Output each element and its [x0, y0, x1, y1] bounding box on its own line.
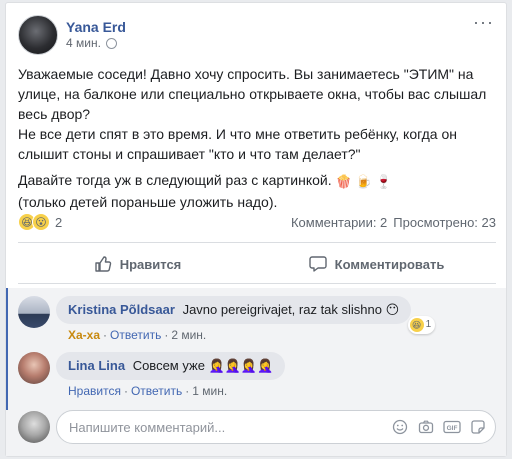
thumbs-up-icon: [95, 256, 111, 272]
haha-reaction-icon: 😆: [409, 318, 424, 332]
commenter-avatar[interactable]: [18, 352, 50, 384]
comment-icon: [308, 256, 327, 272]
like-button[interactable]: Нравится: [18, 247, 257, 281]
reply-link[interactable]: Ответить: [131, 384, 182, 398]
post-paragraph-2: Не все дети спят в это время. И что мне …: [18, 126, 457, 162]
like-link[interactable]: Нравится: [68, 384, 121, 398]
commenter-name[interactable]: Kristina Põldsaar: [68, 302, 175, 317]
comment-bubble: Lina Lina Совсем уже 🤦‍♀️🤦‍♀️🤦‍♀️🤦‍♀️: [56, 352, 286, 380]
post-time[interactable]: 4 мин.: [66, 35, 117, 51]
comment-button[interactable]: Комментировать: [257, 247, 496, 281]
comment-placeholder: Напишите комментарий...: [69, 419, 226, 435]
more-options-icon[interactable]: ···: [473, 13, 494, 31]
comment-text: Javno pereigrivajet, raz tak slishno: [182, 302, 382, 317]
post-header: Yana Erd 4 мин.: [18, 13, 126, 57]
reaction-icons[interactable]: 😆 😮: [18, 213, 50, 231]
comment-bubble: Kristina Põldsaar Javno pereigrivajet, r…: [56, 296, 436, 334]
comment-meta: Ха-ха · Ответить · 2 мин.: [68, 328, 207, 342]
like-label: Нравится: [119, 256, 182, 272]
post-paragraph-4: (только детей пораньше уложить надо).: [18, 194, 278, 210]
popcorn-emoji: 🍿: [335, 174, 352, 189]
comment-reaction[interactable]: 😆 1: [407, 316, 436, 334]
reactions-summary: 😆 😮 2 Комментарии: 2 Просмотрено: 23: [18, 211, 496, 233]
comment-input[interactable]: Напишите комментарий... GIF: [56, 410, 496, 444]
views-count[interactable]: Просмотрено: 23: [393, 215, 496, 230]
gif-icon[interactable]: GIF: [443, 418, 461, 436]
comment-label: Комментировать: [334, 256, 445, 272]
action-bar: Нравится Комментировать: [18, 247, 496, 281]
comments-count[interactable]: Комментарии: 2: [291, 215, 387, 230]
comment-meta: Нравится · Ответить · 1 мин.: [68, 384, 228, 398]
reaction-count[interactable]: 2: [55, 215, 62, 230]
reaction-link[interactable]: Ха-ха: [68, 328, 100, 342]
comment-time[interactable]: 2 мин.: [171, 328, 206, 342]
beer-emoji: 🍺: [355, 174, 372, 189]
current-user-avatar[interactable]: [18, 411, 50, 443]
post-body: Уважаемые соседи! Давно хочу спросить. В…: [18, 64, 498, 212]
sticker-icon[interactable]: [469, 418, 487, 436]
wine-emoji: 🍷: [375, 174, 392, 189]
svg-text:GIF: GIF: [447, 425, 458, 432]
wow-reaction-icon: 😮: [32, 213, 50, 231]
comment-time[interactable]: 1 мин.: [192, 384, 227, 398]
comment-item: Kristina Põldsaar Javno pereigrivajet, r…: [18, 296, 436, 342]
trail-emoji: 🤦‍♀️🤦‍♀️🤦‍♀️🤦‍♀️: [208, 358, 274, 373]
post-paragraph-3: Давайте тогда уж в следующий раз с карти…: [18, 172, 332, 188]
comments-section: Kristina Põldsaar Javno pereigrivajet, r…: [6, 288, 506, 456]
commenter-avatar[interactable]: [18, 296, 50, 328]
emoji-icon[interactable]: [391, 418, 409, 436]
author-avatar[interactable]: [18, 15, 58, 55]
author-name[interactable]: Yana Erd: [66, 19, 126, 35]
comment-composer: Напишите комментарий... GIF: [18, 410, 496, 444]
trail-emoji: 😶: [385, 302, 400, 317]
comment-text: Совсем уже: [132, 358, 205, 373]
comment-item: Lina Lina Совсем уже 🤦‍♀️🤦‍♀️🤦‍♀️🤦‍♀️ Нр…: [18, 352, 286, 398]
post-card: Yana Erd 4 мин. ··· Уважаемые соседи! Да…: [5, 2, 507, 457]
post-paragraph-1: Уважаемые соседи! Давно хочу спросить. В…: [18, 66, 487, 122]
reply-link[interactable]: Ответить: [110, 328, 161, 342]
camera-icon[interactable]: [417, 418, 435, 436]
comments-thread-bar: [6, 288, 8, 410]
divider: [18, 242, 496, 243]
commenter-name[interactable]: Lina Lina: [68, 358, 125, 373]
globe-icon: [105, 37, 117, 49]
divider: [18, 283, 496, 284]
